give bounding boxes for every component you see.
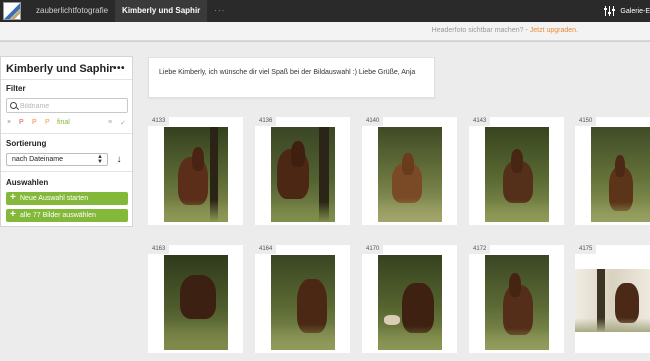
- select-arrows-icon: ▲ ▼: [97, 154, 103, 165]
- photo-thumbnail[interactable]: [575, 269, 650, 332]
- brand-logo-icon[interactable]: [3, 2, 21, 20]
- sort-select-value: nach Dateiname: [12, 156, 63, 163]
- photo-tile[interactable]: 4172: [469, 245, 564, 353]
- top-bar: zauberlichtfotografie Kimberly und Saphi…: [0, 0, 650, 22]
- new-selection-button[interactable]: + Neue Auswahl starten: [6, 192, 128, 205]
- photo-thumbnail[interactable]: [485, 127, 549, 222]
- sort-select[interactable]: nach Dateiname ▲ ▼: [6, 153, 108, 166]
- welcome-message: Liebe Kimberly, ich wünsche dir viel Spa…: [148, 57, 435, 98]
- divider: [1, 171, 132, 172]
- breadcrumb-gallery[interactable]: Kimberly und Saphir: [115, 0, 208, 22]
- photo-number: 4136: [255, 117, 277, 126]
- filter-bar: × P P P final ≡ ✓: [6, 119, 128, 129]
- photo-number: 4175: [575, 245, 597, 254]
- search-icon: [10, 102, 17, 109]
- header-photo-notice: Headerfoto sichtbar machen? - Jetzt upgr…: [0, 22, 650, 41]
- photo-tile[interactable]: 4164: [255, 245, 350, 353]
- photo-tile[interactable]: 4143: [469, 117, 564, 225]
- new-selection-label: Neue Auswahl starten: [20, 195, 89, 202]
- selection-heading: Auswahlen: [6, 178, 49, 187]
- photo-thumbnail[interactable]: [378, 127, 442, 222]
- sliders-icon: [604, 6, 616, 16]
- photo-tile[interactable]: 4163: [148, 245, 243, 353]
- photo-thumbnail[interactable]: [271, 255, 335, 350]
- divider: [1, 79, 132, 80]
- photo-number: 4172: [469, 245, 491, 254]
- photo-thumbnail[interactable]: [271, 127, 335, 222]
- photo-number: 4143: [469, 117, 491, 126]
- photo-thumbnail[interactable]: [591, 127, 650, 222]
- photo-tile[interactable]: 4170: [362, 245, 457, 353]
- sort-direction-button[interactable]: ↓: [114, 153, 124, 166]
- photo-number: 4170: [362, 245, 384, 254]
- photo-number: 4133: [148, 117, 170, 126]
- filter-p-yellow-button[interactable]: P: [45, 119, 50, 126]
- sidebar-menu-button[interactable]: •••: [113, 63, 125, 74]
- search-input[interactable]: [20, 100, 125, 112]
- comment-filter-icon[interactable]: ≡: [108, 119, 112, 126]
- welcome-message-text: Liebe Kimberly, ich wünsche dir viel Spa…: [159, 69, 416, 76]
- filter-p-orange-button[interactable]: P: [32, 119, 37, 126]
- divider: [1, 133, 132, 134]
- filter-final-button[interactable]: final: [57, 119, 70, 126]
- photo-number: 4164: [255, 245, 277, 254]
- header-notice-text: Headerfoto sichtbar machen? -: [431, 27, 528, 34]
- more-menu-button[interactable]: ···: [207, 0, 232, 22]
- photo-thumbnail[interactable]: [164, 255, 228, 350]
- plus-icon: +: [10, 209, 16, 220]
- gallery-title: Kimberly und Saphir: [6, 63, 114, 75]
- plus-icon: +: [10, 192, 16, 203]
- photo-thumbnail[interactable]: [485, 255, 549, 350]
- header-divider: [0, 41, 650, 42]
- photo-thumbnail[interactable]: [378, 255, 442, 350]
- photo-tile[interactable]: 4175: [575, 245, 650, 353]
- search-field[interactable]: [6, 98, 128, 113]
- upgrade-link[interactable]: Jetzt upgraden.: [530, 27, 578, 34]
- gallery-settings-button[interactable]: Galerie-E: [604, 0, 650, 22]
- check-filter-icon[interactable]: ✓: [120, 119, 126, 127]
- breadcrumb-brand[interactable]: zauberlichtfotografie: [29, 0, 115, 22]
- select-all-button[interactable]: + alle 77 Bilder auswählen: [6, 209, 128, 222]
- sort-heading: Sortierung: [6, 139, 47, 148]
- gallery-settings-label: Galerie-E: [620, 7, 650, 15]
- filter-reject-button[interactable]: ×: [7, 119, 11, 126]
- photo-number: 4140: [362, 117, 384, 126]
- photo-thumbnail[interactable]: [164, 127, 228, 222]
- photo-tile[interactable]: 4150: [575, 117, 650, 225]
- photo-tile[interactable]: 4133: [148, 117, 243, 225]
- filter-heading: Filter: [6, 84, 26, 93]
- photo-number: 4163: [148, 245, 170, 254]
- photo-number: 4150: [575, 117, 597, 126]
- select-all-label: alle 77 Bilder auswählen: [20, 212, 96, 219]
- sidebar-panel: Kimberly und Saphir ••• Filter × P P P f…: [0, 56, 133, 227]
- filter-p-red-button[interactable]: P: [19, 119, 24, 126]
- photo-tile[interactable]: 4140: [362, 117, 457, 225]
- photo-tile[interactable]: 4136: [255, 117, 350, 225]
